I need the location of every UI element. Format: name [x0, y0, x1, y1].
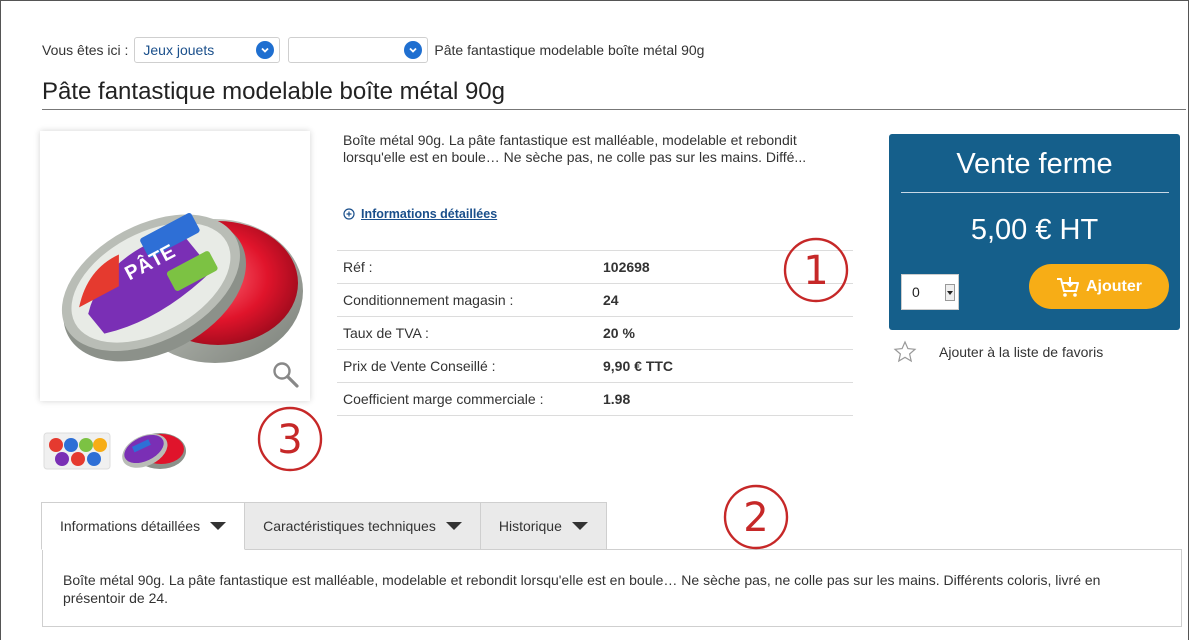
product-main-image[interactable]: PÂTE — [40, 131, 310, 401]
tab-informations[interactable]: Informations détaillées — [41, 502, 246, 550]
spec-value: 9,90 € TTC — [599, 349, 853, 383]
chevron-down-icon — [256, 41, 275, 59]
quantity-dropdown-arrow[interactable] — [945, 284, 955, 301]
category-select-value: Jeux jouets — [143, 42, 215, 58]
price-box-title: Vente ferme — [956, 148, 1113, 180]
add-to-cart-label: Ajouter — [1086, 277, 1142, 295]
quantity-value: 0 — [912, 284, 920, 300]
spec-label: Conditionnement magasin : — [337, 283, 599, 317]
title-divider — [42, 109, 1186, 110]
annotation-circle-2: 2 — [723, 484, 789, 550]
breadcrumb-current: Pâte fantastique modelable boîte métal 9… — [434, 42, 705, 58]
price-box: Vente ferme 5,00 € HT 0 Ajouter — [889, 134, 1180, 330]
tab-panel: Boîte métal 90g. La pâte fantastique est… — [42, 549, 1182, 627]
thumbnail-strip — [42, 425, 188, 473]
page-title: Pâte fantastique modelable boîte métal 9… — [42, 78, 505, 105]
thumbnail-display-box[interactable] — [42, 425, 112, 473]
chevron-down-icon — [404, 41, 423, 59]
tab-label: Caractéristiques techniques — [263, 518, 436, 534]
details-link-label: Informations détaillées — [361, 207, 498, 221]
category-select[interactable]: Jeux jouets — [134, 37, 281, 63]
spec-value: 1.98 — [599, 382, 853, 416]
svg-text:1: 1 — [803, 248, 828, 294]
spec-table: Réf : 102698 Conditionnement magasin : 2… — [337, 250, 853, 416]
spec-value: 20 % — [599, 316, 853, 350]
tab-label: Historique — [498, 518, 562, 534]
favorites-label: Ajouter à la liste de favoris — [939, 344, 1104, 360]
annotation-circle-3: 3 — [257, 406, 323, 472]
quantity-select[interactable]: 0 — [901, 274, 959, 310]
add-to-cart-button[interactable]: Ajouter — [1029, 264, 1169, 309]
tab-historique[interactable]: Historique — [479, 502, 607, 550]
subcategory-select[interactable] — [288, 37, 429, 63]
add-to-favorites[interactable]: Ajouter à la liste de favoris — [893, 340, 1103, 364]
tab-label: Informations détaillées — [60, 518, 201, 534]
tab-content-text: Boîte métal 90g. La pâte fantastique est… — [63, 572, 1101, 606]
svg-text:2: 2 — [743, 495, 768, 541]
star-icon — [893, 340, 917, 363]
price-value: 5,00 € HT — [970, 214, 1099, 246]
spec-row: Conditionnement magasin : 24 — [337, 283, 853, 317]
zoom-icon[interactable] — [271, 360, 301, 390]
thumbnail-tin[interactable] — [118, 425, 188, 473]
triangle-down-icon — [571, 522, 588, 530]
annotation-circle-1: 1 — [783, 237, 849, 303]
triangle-down-icon — [210, 522, 227, 530]
details-link[interactable]: Informations détaillées — [343, 207, 497, 221]
spec-row: Prix de Vente Conseillé : 9,90 € TTC — [337, 349, 853, 383]
spec-label: Réf : — [337, 250, 599, 284]
product-short-description: Boîte métal 90g. La pâte fantastique est… — [343, 132, 807, 165]
tab-caracteristiques[interactable]: Caractéristiques techniques — [244, 502, 481, 550]
spec-label: Coefficient marge commerciale : — [337, 382, 599, 416]
cart-icon — [1057, 276, 1079, 297]
triangle-down-icon — [445, 522, 462, 530]
spec-label: Taux de TVA : — [337, 316, 599, 350]
svg-text:3: 3 — [277, 417, 302, 463]
spec-row: Taux de TVA : 20 % — [337, 316, 853, 350]
price-box-divider — [901, 192, 1169, 193]
spec-label: Prix de Vente Conseillé : — [337, 349, 599, 383]
plus-circle-icon — [343, 208, 355, 220]
breadcrumb-lead: Vous êtes ici : — [42, 42, 129, 58]
breadcrumb: Vous êtes ici : Jeux jouets Pâte fantast… — [42, 36, 704, 64]
spec-row: Coefficient marge commerciale : 1.98 — [337, 382, 853, 416]
detail-tabs: Informations détaillées Caractéristiques… — [41, 502, 607, 550]
spec-row: Réf : 102698 — [337, 250, 853, 284]
